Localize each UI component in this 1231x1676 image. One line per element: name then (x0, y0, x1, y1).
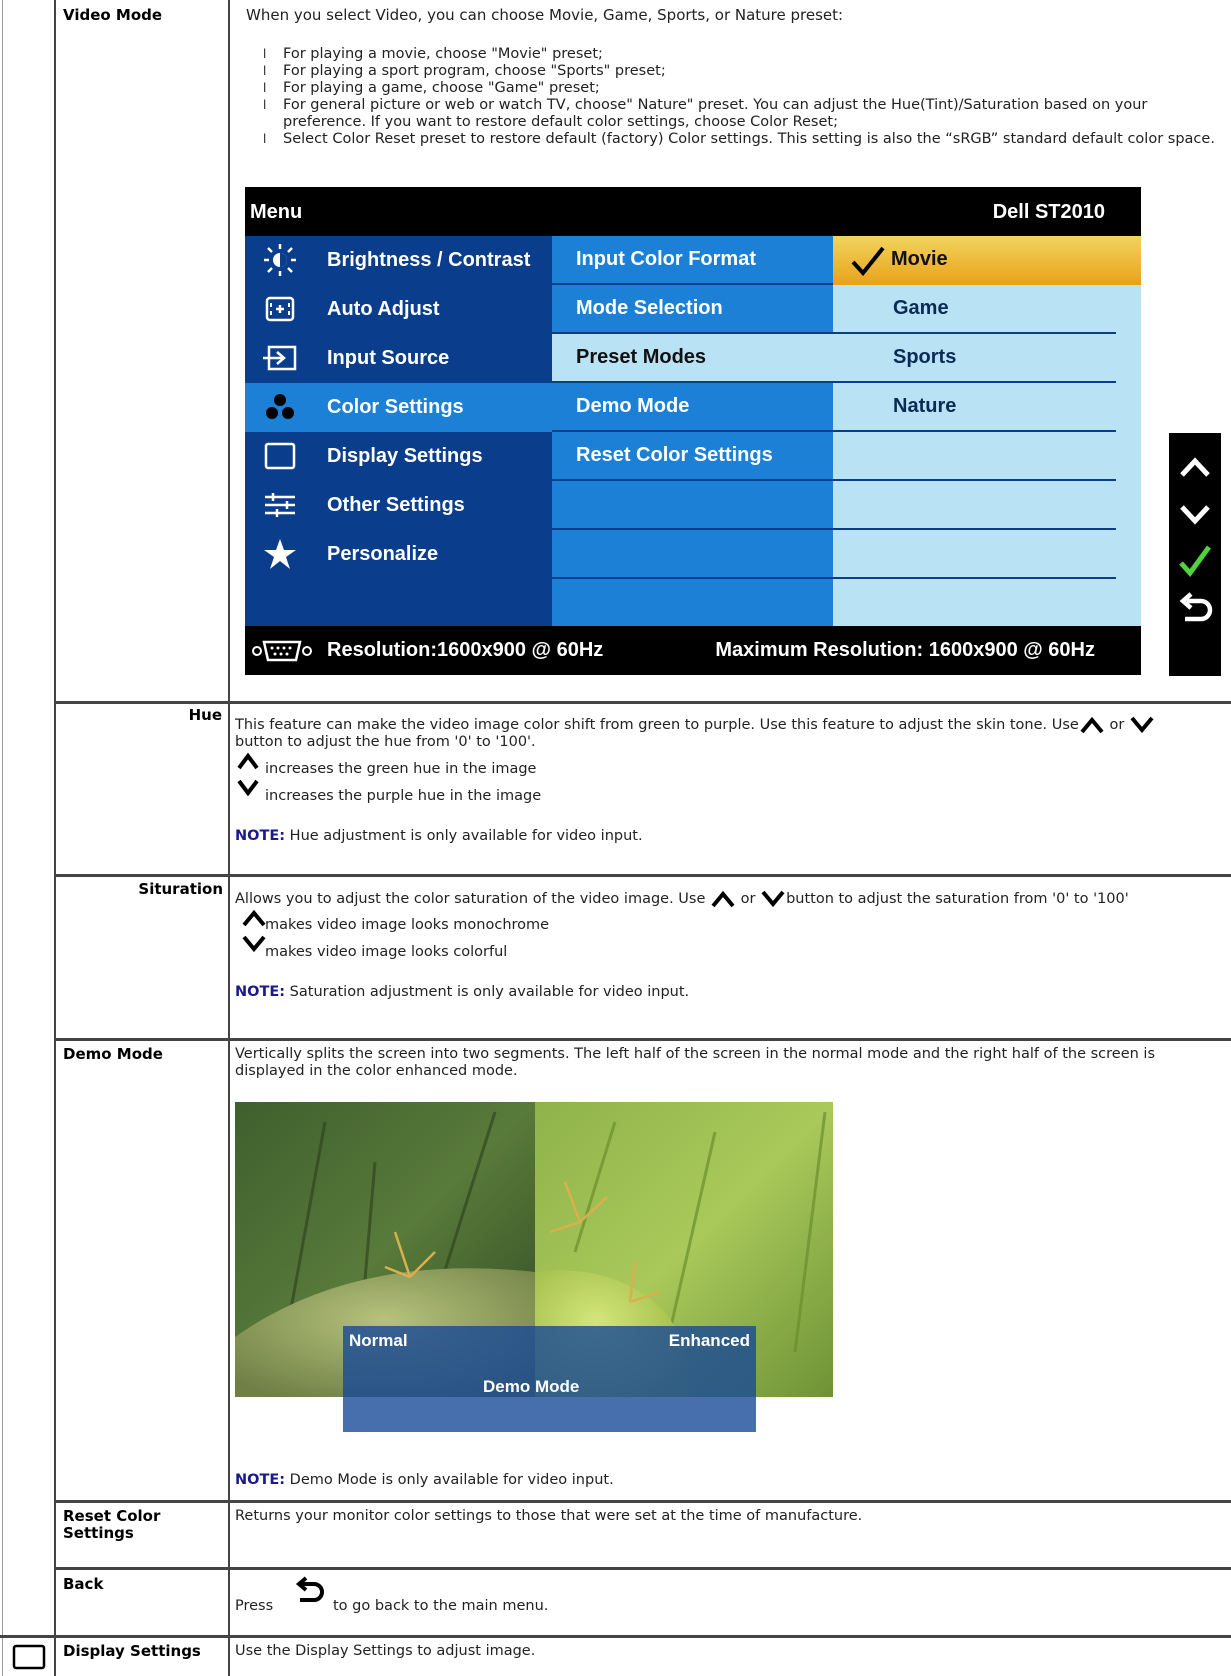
reset-color-settings-label: Reset Color Settings (63, 1507, 161, 1542)
video-mode-intro: When you select Video, you can choose Mo… (246, 6, 844, 24)
demo-mode-note: NOTE: Demo Mode is only available for vi… (235, 1472, 614, 1488)
osd-nav-buttons (1169, 433, 1221, 676)
osd-option[interactable]: Sports (833, 334, 1116, 383)
up-arrow-icon (242, 909, 266, 927)
auto-adjust-icon (265, 296, 295, 322)
display-settings-description: Use the Display Settings to adjust image… (235, 1643, 536, 1659)
osd-item-personalize[interactable]: Personalize (245, 530, 552, 579)
osd-resolution: Resolution:1600x900 @ 60Hz (327, 639, 604, 661)
osd-submenu-item[interactable]: Mode Selection (552, 285, 833, 334)
down-arrow-icon (237, 779, 259, 797)
demo-normal-label: Normal (349, 1331, 408, 1350)
up-arrow-icon (237, 752, 259, 770)
osd-left-panel: Brightness / Contrast Auto Adjust Input … (245, 236, 552, 626)
row-divider (54, 874, 1231, 877)
back-icon[interactable] (1169, 587, 1221, 635)
check-icon (851, 246, 885, 276)
list-item: l For general picture or web or watch TV,… (263, 97, 1148, 130)
display-settings-icon (12, 1644, 46, 1670)
brightness-icon (264, 244, 296, 276)
list-item: l For playing a sport program, choose "Sp… (263, 63, 666, 79)
hue-label: Hue (188, 706, 222, 724)
display-settings-icon (264, 442, 296, 470)
row-divider (54, 1500, 1231, 1503)
list-item: l For playing a movie, choose "Movie" pre… (263, 46, 603, 62)
osd-option-empty (833, 481, 1116, 530)
saturation-up-text: makes video image looks monochrome (265, 917, 550, 933)
back-description: to go back to the main menu. (333, 1598, 549, 1614)
down-arrow-icon (761, 890, 785, 908)
osd-footer: Resolution:1600x900 @ 60Hz Maximum Resol… (245, 626, 1141, 675)
saturation-description: Allows you to adjust the color saturatio… (235, 890, 1129, 908)
osd-item-other-settings[interactable]: Other Settings (245, 481, 552, 530)
down-arrow-icon (1130, 716, 1154, 734)
vga-connector-icon (252, 640, 312, 662)
osd-submenu-item[interactable]: Reset Color Settings (552, 432, 833, 481)
hue-description: This feature can make the video image co… (235, 716, 1220, 734)
back-icon (295, 1576, 324, 1602)
osd-submenu-item-selected[interactable]: Preset Modes (552, 334, 833, 383)
saturation-down-text: makes video image looks colorful (265, 944, 508, 960)
display-settings-label: Display Settings (63, 1642, 201, 1660)
demo-enhanced-label: Enhanced (668, 1331, 750, 1350)
osd-option[interactable]: Nature (833, 383, 1116, 432)
osd-submenu-item[interactable]: Input Color Format (552, 236, 833, 285)
table-column-divider (228, 0, 230, 1676)
video-mode-label: Video Mode (63, 6, 163, 24)
osd-menu: Menu Dell ST2010 Brightness / Contrast A… (245, 187, 1141, 675)
hue-description-line2: button to adjust the hue from '0' to '10… (235, 734, 536, 750)
demo-mode-description: Vertically splits the screen into two se… (235, 1046, 1155, 1079)
back-press-text: Press (235, 1598, 274, 1614)
up-arrow-icon (711, 890, 735, 908)
reset-color-settings-description: Returns your monitor color settings to t… (235, 1508, 863, 1524)
saturation-note: NOTE: Saturation adjustment is only avai… (235, 984, 690, 1000)
osd-submenu-empty (552, 481, 833, 530)
row-divider (54, 701, 1231, 704)
osd-option-empty (833, 530, 1116, 579)
down-arrow-icon (242, 935, 266, 953)
osd-item-brightness-contrast[interactable]: Brightness / Contrast (245, 236, 552, 285)
hue-down-text: increases the purple hue in the image (265, 788, 542, 804)
osd-item-input-source[interactable]: Input Source (245, 334, 552, 383)
osd-max-resolution: Maximum Resolution: 1600x900 @ 60Hz (715, 639, 1095, 661)
osd-right-panel: Movie Game Sports Nature (833, 236, 1141, 626)
demo-mode-overlay: Normal Enhanced Demo Mode (343, 1326, 756, 1432)
color-settings-icon (266, 394, 294, 419)
osd-menu-title: Menu (250, 201, 303, 223)
table-left-border (54, 0, 56, 1676)
osd-model-name: Dell ST2010 (992, 201, 1105, 223)
hue-note: NOTE: Hue adjustment is only available f… (235, 828, 643, 844)
row-divider (54, 1038, 1231, 1041)
osd-mid-panel: Input Color Format Mode Selection Preset… (552, 236, 833, 626)
list-item: l For playing a game, choose "Game" prese… (263, 80, 600, 96)
osd-submenu-item[interactable]: Demo Mode (552, 383, 833, 432)
osd-submenu-empty (552, 530, 833, 579)
up-arrow-icon (1080, 716, 1104, 734)
osd-item-auto-adjust[interactable]: Auto Adjust (245, 285, 552, 334)
star-icon (264, 539, 296, 569)
other-settings-icon (265, 493, 295, 517)
saturation-label: Situration (138, 880, 223, 898)
row-divider (0, 1635, 1231, 1638)
osd-option[interactable]: Game (833, 285, 1116, 334)
osd-item-display-settings[interactable]: Display Settings (245, 432, 552, 481)
list-item: l Select Color Reset preset to restore de… (263, 131, 1215, 147)
osd-item-color-settings[interactable]: Color Settings (245, 383, 552, 432)
demo-mode-bar-label: Demo Mode (483, 1377, 580, 1396)
check-icon[interactable] (1169, 539, 1221, 587)
osd-option-empty (833, 432, 1116, 481)
input-source-icon (263, 345, 297, 371)
up-arrow-icon[interactable] (1169, 443, 1221, 491)
down-arrow-icon[interactable] (1169, 491, 1221, 539)
osd-option-selected[interactable]: Movie (833, 236, 1141, 285)
demo-mode-label: Demo Mode (63, 1045, 163, 1063)
hue-up-text: increases the green hue in the image (265, 761, 537, 777)
row-divider (54, 1567, 1231, 1570)
back-label: Back (63, 1575, 104, 1593)
